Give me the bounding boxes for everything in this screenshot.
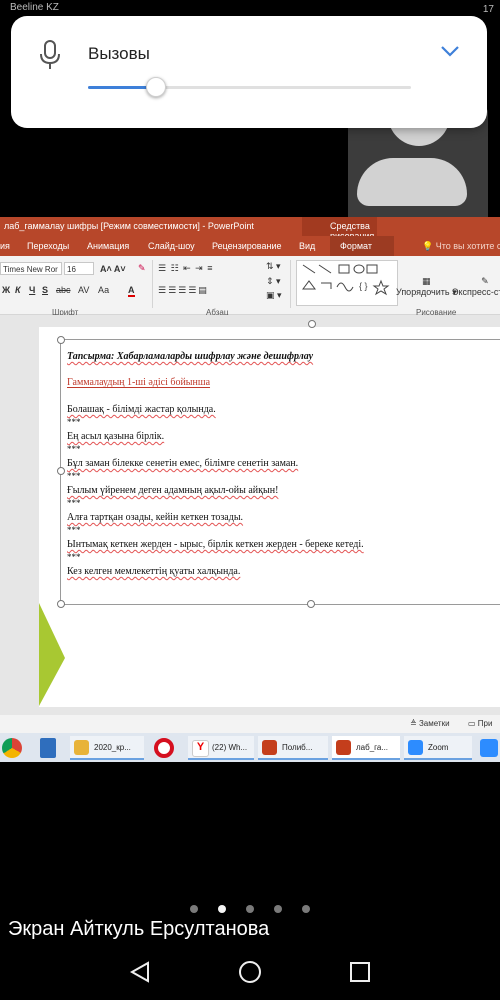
separator-stars: *** (67, 417, 81, 427)
resize-handle[interactable] (307, 600, 315, 608)
zoom-icon (408, 740, 423, 755)
resize-handle[interactable] (57, 600, 65, 608)
page-dot[interactable] (302, 905, 310, 913)
tab-slideshow[interactable]: Слайд-шоу (148, 241, 195, 251)
change-case-button[interactable]: Аа (98, 285, 109, 295)
ribbon: Times New Ror 16 A˄ A˅ ✎ Ж К Ч S abc AV … (0, 256, 500, 317)
folder-icon (74, 740, 89, 755)
slide-decoration (39, 603, 65, 706)
bold-button[interactable]: Ж (2, 285, 10, 295)
slide-subtitle: Гаммалаудың 1-ші әдісі бойынша (67, 377, 211, 388)
powerpoint-window: лаб_гаммалау шифры [Режим совместимости]… (0, 217, 500, 762)
status-time: 17 (482, 4, 494, 15)
slide-line: Бұл заман білекке сенетін емес, білімге … (67, 458, 299, 469)
strike-button[interactable]: abc (56, 285, 71, 295)
arrange-icon: ▦ (422, 276, 431, 286)
slide-line: Болашақ - білімді жастар қолында. (67, 404, 216, 415)
slide-line: Ең асыл қазына бірлік. (67, 431, 165, 442)
spacing-button[interactable]: AV (78, 285, 89, 295)
android-nav-bar (129, 961, 370, 983)
tab-review[interactable]: Рецензирование (212, 241, 282, 251)
separator (152, 260, 153, 308)
italic-button[interactable]: К (15, 285, 21, 295)
page-dot[interactable] (274, 905, 282, 913)
arrange-button[interactable]: ▦ Упорядочить ▾ (396, 276, 457, 298)
text-direction-icon[interactable]: ⇅ ▾ (266, 261, 281, 272)
notes-button[interactable]: ≜ Заметки (410, 719, 450, 728)
page-dot-active[interactable] (218, 905, 226, 913)
ribbon-tabs: ия Переходы Анимация Слайд-шоу Рецензиро… (0, 236, 500, 256)
taskbar-item-zoom[interactable]: Zoom (404, 736, 472, 760)
shapes-gallery[interactable]: { } (296, 260, 398, 306)
resize-handle[interactable] (57, 467, 65, 475)
grow-font-button[interactable]: A˄ A˅ (100, 264, 126, 274)
home-icon[interactable] (239, 961, 261, 983)
tab-insert[interactable]: ия (0, 241, 10, 251)
clear-format-icon[interactable]: ✎ (138, 263, 146, 274)
slide-line: Кез келген мемлекеттің қуаты халқында. (67, 566, 241, 577)
microphone-icon (40, 40, 60, 69)
quick-styles-icon: ✎ (481, 276, 489, 286)
tab-transitions[interactable]: Переходы (27, 241, 69, 251)
volume-popup (11, 16, 487, 128)
shapes-gallery-icons: { } (302, 264, 390, 296)
windows-taskbar: 2020_кр... Y (22) Wh... Полиб... лаб_га..… (0, 733, 500, 762)
tab-animation[interactable]: Анимация (87, 241, 129, 251)
rotate-handle[interactable] (308, 320, 316, 328)
avatar-body (357, 158, 467, 206)
slide-line: Алға тартқан озады, кейін кеткен тозады. (67, 512, 244, 523)
smartart-icon[interactable]: ▣ ▾ (266, 290, 282, 301)
resize-handle[interactable] (57, 336, 65, 344)
page-dot[interactable] (246, 905, 254, 913)
chevron-down-icon[interactable] (440, 44, 460, 58)
yandex-icon: Y (192, 740, 209, 757)
separator-stars: *** (67, 525, 81, 535)
calculator-icon[interactable] (40, 738, 56, 758)
separator (290, 260, 291, 308)
carrier-label: Beeline KZ (10, 2, 59, 13)
screen-share-label: Экран Айткуль Ерсултанова (8, 918, 270, 940)
tab-format[interactable]: Формат (330, 236, 394, 256)
back-icon[interactable] (129, 961, 149, 983)
font-size-box[interactable]: 16 (64, 262, 94, 275)
taskbar-item-folder[interactable]: 2020_кр... (70, 736, 144, 760)
tell-me-search[interactable]: 💡 Что вы хотите сде (422, 241, 500, 252)
context-tab-header: Средства рисования (302, 217, 377, 241)
recents-icon[interactable] (350, 962, 370, 982)
tab-view[interactable]: Вид (299, 241, 315, 251)
font-name-box[interactable]: Times New Ror (0, 262, 62, 275)
font-color-button[interactable]: A (128, 285, 135, 297)
separator-stars: *** (67, 498, 81, 508)
title-bar: лаб_гаммалау шифры [Режим совместимости]… (0, 217, 500, 241)
chrome-icon[interactable] (2, 738, 22, 758)
underline-button[interactable]: Ч (29, 285, 35, 295)
align-text-icon[interactable]: ⇕ ▾ (266, 276, 281, 287)
zoom-icon[interactable] (480, 739, 498, 757)
page-dot[interactable] (190, 905, 198, 913)
window-title: лаб_гаммалау шифры [Режим совместимости]… (4, 221, 254, 231)
separator-stars: *** (67, 444, 81, 454)
taskbar-item-ppt-1[interactable]: Полиб... (258, 736, 328, 760)
volume-stream-label: Вызовы (88, 44, 150, 63)
separator-stars: *** (67, 471, 81, 481)
taskbar-item-whatsapp[interactable]: Y (22) Wh... (188, 736, 254, 760)
svg-text:{ }: { } (359, 281, 368, 291)
slide-line: Ынтымақ кеткен жерден - ырыс, бірлік кет… (67, 539, 364, 550)
slide-line: Ғылым үйренем деген адамның ақыл-ойы айқ… (67, 485, 279, 496)
quick-styles-button[interactable]: ✎ Экспресс-стили (452, 276, 500, 297)
align-buttons[interactable]: ☰☰☰☰▤ (158, 285, 209, 296)
slide-title: Тапсырма: Хабарламаларды шифрлау және де… (67, 351, 314, 362)
powerpoint-icon (336, 740, 351, 755)
shadow-button[interactable]: S (42, 285, 48, 295)
powerpoint-icon (262, 740, 277, 755)
taskbar-item-ppt-2[interactable]: лаб_га... (332, 736, 400, 760)
comments-button[interactable]: ▭ При (468, 719, 492, 728)
list-buttons[interactable]: ☰ ☷ ⇤ ⇥ ≡ (158, 263, 213, 274)
opera-icon[interactable] (154, 738, 174, 758)
volume-slider-thumb[interactable] (146, 77, 166, 97)
separator-stars: *** (67, 552, 81, 562)
ppt-status-bar: ≜ Заметки ▭ При (0, 715, 500, 733)
